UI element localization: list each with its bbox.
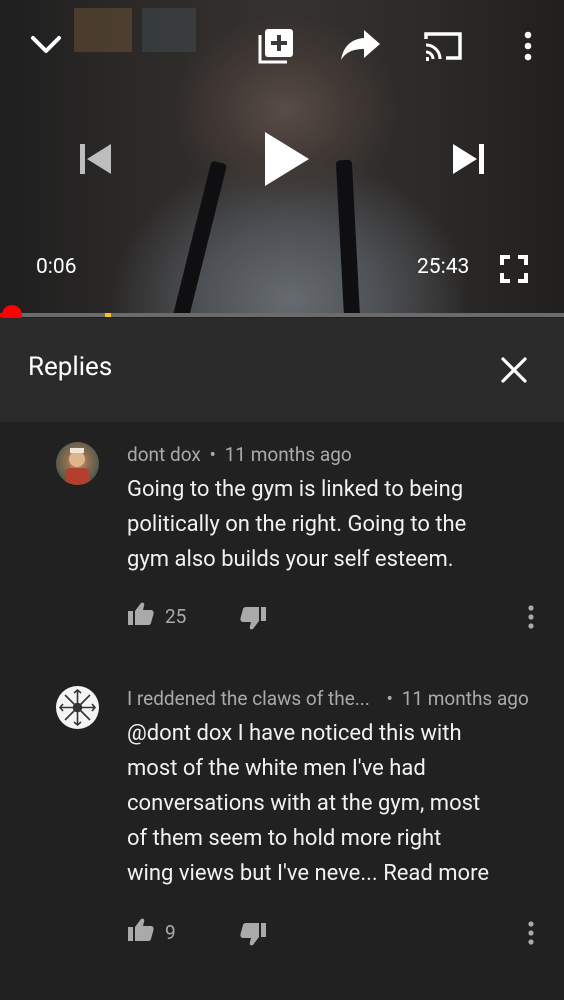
comment-time: 11 months ago xyxy=(224,443,352,466)
share-icon[interactable] xyxy=(338,24,384,66)
reply-comment: I reddened the claws of the... • 11 mont… xyxy=(0,684,564,964)
read-more-link[interactable]: Read more xyxy=(383,861,489,886)
fullscreen-icon[interactable] xyxy=(496,252,532,286)
comment-meta: I reddened the claws of the... • 11 mont… xyxy=(127,687,529,710)
cast-icon[interactable] xyxy=(420,26,466,66)
meta-separator: • xyxy=(209,443,216,466)
comment-author[interactable]: I reddened the claws of the... xyxy=(127,687,370,710)
current-time: 0:06 xyxy=(36,255,77,279)
play-icon[interactable] xyxy=(254,124,318,194)
avatar[interactable] xyxy=(56,686,99,729)
comment-line: wing views but I've neve... xyxy=(127,861,378,886)
next-icon[interactable] xyxy=(446,136,492,182)
add-to-playlist-icon[interactable] xyxy=(254,26,298,66)
comment-line: Going to the gym is linked to being xyxy=(127,477,464,502)
ad-marker xyxy=(105,313,111,317)
like-icon[interactable] xyxy=(127,916,155,944)
like-count: 9 xyxy=(165,921,176,944)
minimize-chevron-icon[interactable] xyxy=(24,24,68,64)
comment-actions: 25 xyxy=(127,600,547,630)
close-icon[interactable] xyxy=(494,350,534,390)
comment-time: 11 months ago xyxy=(401,687,529,710)
like-count: 25 xyxy=(165,605,187,628)
comment-menu-icon[interactable] xyxy=(523,916,539,950)
previous-icon[interactable] xyxy=(72,136,118,182)
comment-line: politically on the right. Going to the xyxy=(127,512,467,537)
comment-actions: 9 xyxy=(127,916,547,946)
comment-line: conversations with at the gym, most xyxy=(127,791,481,816)
video-player[interactable]: 0:06 25:43 xyxy=(0,0,564,316)
comment-author[interactable]: dont dox xyxy=(127,443,201,466)
comment-text: @dont dox I have noticed this with most … xyxy=(127,716,547,891)
replies-header: Replies xyxy=(0,318,564,422)
more-options-icon[interactable] xyxy=(512,26,544,66)
comment-line-last: wing views but I've neve... Read more xyxy=(127,856,547,891)
comment-meta: dont dox • 11 months ago xyxy=(127,443,352,466)
meta-separator: • xyxy=(386,687,393,710)
comment-line: @dont dox I have noticed this with xyxy=(127,721,462,746)
reply-comment: dont dox • 11 months ago Going to the gy… xyxy=(0,440,564,650)
total-duration: 25:43 xyxy=(417,255,470,279)
like-icon[interactable] xyxy=(127,600,155,628)
progress-bar[interactable] xyxy=(0,313,564,317)
comment-line: most of the white men I've had xyxy=(127,756,426,781)
comment-menu-icon[interactable] xyxy=(523,600,539,634)
dislike-icon[interactable] xyxy=(239,920,267,948)
comment-line: gym also builds your self esteem. xyxy=(127,547,454,572)
comment-line: of them seem to hold more right xyxy=(127,826,442,851)
dislike-icon[interactable] xyxy=(239,604,267,632)
comment-text: Going to the gym is linked to being poli… xyxy=(127,472,547,577)
replies-title: Replies xyxy=(28,352,113,382)
avatar[interactable] xyxy=(56,442,99,485)
